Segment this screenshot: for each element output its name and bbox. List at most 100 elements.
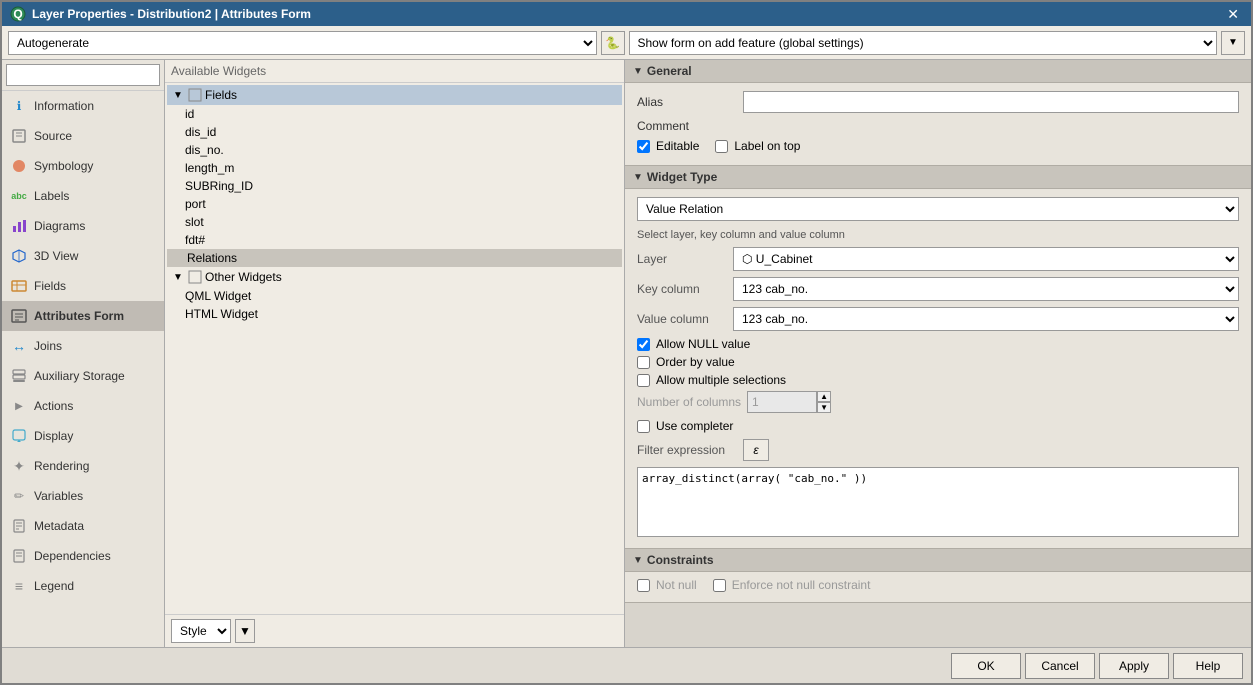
order-by-value-row: Order by value	[637, 355, 1239, 369]
sidebar-item-diagrams[interactable]: Diagrams	[2, 211, 164, 241]
symbology-icon	[10, 157, 28, 175]
sidebar-label-metadata: Metadata	[34, 519, 84, 533]
attributes-form-icon	[10, 307, 28, 325]
sidebar-item-dependencies[interactable]: Dependencies	[2, 541, 164, 571]
sidebar-label-labels: Labels	[34, 189, 69, 203]
sidebar-item-auxiliary-storage[interactable]: Auxiliary Storage	[2, 361, 164, 391]
alias-input[interactable]	[743, 91, 1239, 113]
center-panel-header: Available Widgets	[165, 60, 624, 83]
fields-group-icon	[187, 87, 203, 103]
tree-field-dis_no[interactable]: dis_no.	[167, 141, 622, 159]
dependencies-icon	[10, 547, 28, 565]
tree-field-slot[interactable]: slot	[167, 213, 622, 231]
editable-row: Editable Label on top	[637, 139, 1239, 153]
close-button[interactable]: ✕	[1223, 6, 1243, 23]
variables-icon: ✏	[10, 487, 28, 505]
value-column-row: Value column 123 cab_no.	[637, 307, 1239, 331]
num-columns-input[interactable]	[747, 391, 817, 413]
sidebar-item-actions[interactable]: ▶ Actions	[2, 391, 164, 421]
enforce-not-null-checkbox[interactable]	[713, 579, 726, 592]
main-window: Q Layer Properties - Distribution2 | Att…	[0, 0, 1253, 685]
sidebar-label-3dview: 3D View	[34, 249, 78, 263]
show-form-combo[interactable]: Show form on add feature (global setting…	[629, 31, 1218, 55]
tree-html-widget[interactable]: HTML Widget	[167, 305, 622, 323]
general-arrow: ▼	[633, 66, 643, 77]
qml-widget-label: QML Widget	[185, 289, 251, 303]
show-form-arrow-btn[interactable]: ▼	[1221, 31, 1245, 55]
key-column-combo[interactable]: 123 cab_no.	[733, 277, 1239, 301]
sidebar-item-fields[interactable]: Fields	[2, 271, 164, 301]
sidebar-search-container	[2, 60, 164, 91]
key-column-label: Key column	[637, 282, 727, 296]
widget-type-combo[interactable]: Value Relation	[637, 197, 1239, 221]
allow-null-checkbox[interactable]	[637, 338, 650, 351]
filter-expression-btn[interactable]: ε	[743, 439, 769, 461]
sidebar-item-legend[interactable]: ≡ Legend	[2, 571, 164, 601]
apply-button[interactable]: Apply	[1099, 653, 1169, 679]
num-columns-row: Number of columns ▲ ▼	[637, 391, 1239, 413]
sidebar-item-metadata[interactable]: Metadata	[2, 511, 164, 541]
autogenerate-combo[interactable]: Autogenerate	[8, 31, 597, 55]
expression-textarea[interactable]: array_distinct(array( "cab_no." ))	[637, 467, 1239, 537]
sidebar-item-source[interactable]: Source	[2, 121, 164, 151]
sidebar-item-joins[interactable]: ↔ Joins	[2, 331, 164, 361]
top-toolbar: Autogenerate 🐍 Show form on add feature …	[2, 26, 1251, 60]
layer-combo[interactable]: ⬡ U_Cabinet	[733, 247, 1239, 271]
style-combo[interactable]: Style	[171, 619, 231, 643]
python-icon: 🐍	[605, 36, 620, 50]
num-columns-down[interactable]: ▼	[817, 402, 831, 413]
widget-type-section-header[interactable]: ▼ Widget Type	[625, 166, 1251, 189]
python-button[interactable]: 🐍	[601, 31, 625, 55]
field-dis_no-label: dis_no.	[185, 143, 224, 157]
tree-field-length_m[interactable]: length_m	[167, 159, 622, 177]
ok-button[interactable]: OK	[951, 653, 1021, 679]
sidebar-item-display[interactable]: Display	[2, 421, 164, 451]
sidebar-item-variables[interactable]: ✏ Variables	[2, 481, 164, 511]
3dview-icon	[10, 247, 28, 265]
widget-type-section: ▼ Widget Type Value Relation Select laye…	[625, 166, 1251, 549]
sidebar-search-input[interactable]	[6, 64, 160, 86]
legend-icon: ≡	[10, 577, 28, 595]
available-widgets-label: Available Widgets	[171, 64, 266, 78]
diagrams-icon	[10, 217, 28, 235]
epsilon-icon: ε	[753, 443, 758, 457]
num-columns-label: Number of columns	[637, 395, 741, 409]
allow-null-label: Allow NULL value	[656, 337, 750, 351]
sidebar-item-rendering[interactable]: ✦ Rendering	[2, 451, 164, 481]
sidebar-item-attributes-form[interactable]: Attributes Form	[2, 301, 164, 331]
use-completer-checkbox[interactable]	[637, 420, 650, 433]
order-by-value-checkbox[interactable]	[637, 356, 650, 369]
right-panel: ▼ General Alias Comment Editable	[625, 60, 1251, 647]
sidebar-item-labels[interactable]: abc Labels	[2, 181, 164, 211]
tree-field-fdt[interactable]: fdt#	[167, 231, 622, 249]
tree-fields-group[interactable]: ▼ Fields	[167, 85, 622, 105]
cancel-button[interactable]: Cancel	[1025, 653, 1095, 679]
not-null-checkbox[interactable]	[637, 579, 650, 592]
constraints-section-header[interactable]: ▼ Constraints	[625, 549, 1251, 572]
sidebar-item-information[interactable]: ℹ Information	[2, 91, 164, 121]
sidebar-item-3dview[interactable]: 3D View	[2, 241, 164, 271]
editable-checkbox[interactable]	[637, 140, 650, 153]
tree-field-subring_id[interactable]: SUBRing_ID	[167, 177, 622, 195]
label-on-top-checkbox[interactable]	[715, 140, 728, 153]
tree-field-dis_id[interactable]: dis_id	[167, 123, 622, 141]
tree-qml-widget[interactable]: QML Widget	[167, 287, 622, 305]
general-section-header[interactable]: ▼ General	[625, 60, 1251, 83]
field-slot-label: slot	[185, 215, 204, 229]
tree-other-widgets-group[interactable]: ▼ Other Widgets	[167, 267, 622, 287]
allow-multiple-checkbox[interactable]	[637, 374, 650, 387]
style-arrow-btn[interactable]: ▼	[235, 619, 255, 643]
help-button[interactable]: Help	[1173, 653, 1243, 679]
tree-relations-group[interactable]: ▶ Relations	[167, 249, 622, 267]
num-columns-up[interactable]: ▲	[817, 391, 831, 402]
sidebar-label-actions: Actions	[34, 399, 73, 413]
not-null-label: Not null	[656, 578, 697, 592]
metadata-icon	[10, 517, 28, 535]
sidebar-item-symbology[interactable]: Symbology	[2, 151, 164, 181]
value-column-combo[interactable]: 123 cab_no.	[733, 307, 1239, 331]
tree-field-port[interactable]: port	[167, 195, 622, 213]
sub-label: Select layer, key column and value colum…	[637, 229, 1239, 241]
constraints-section: ▼ Constraints Not null Enforce not null …	[625, 549, 1251, 603]
information-icon: ℹ	[10, 97, 28, 115]
tree-field-id[interactable]: id	[167, 105, 622, 123]
